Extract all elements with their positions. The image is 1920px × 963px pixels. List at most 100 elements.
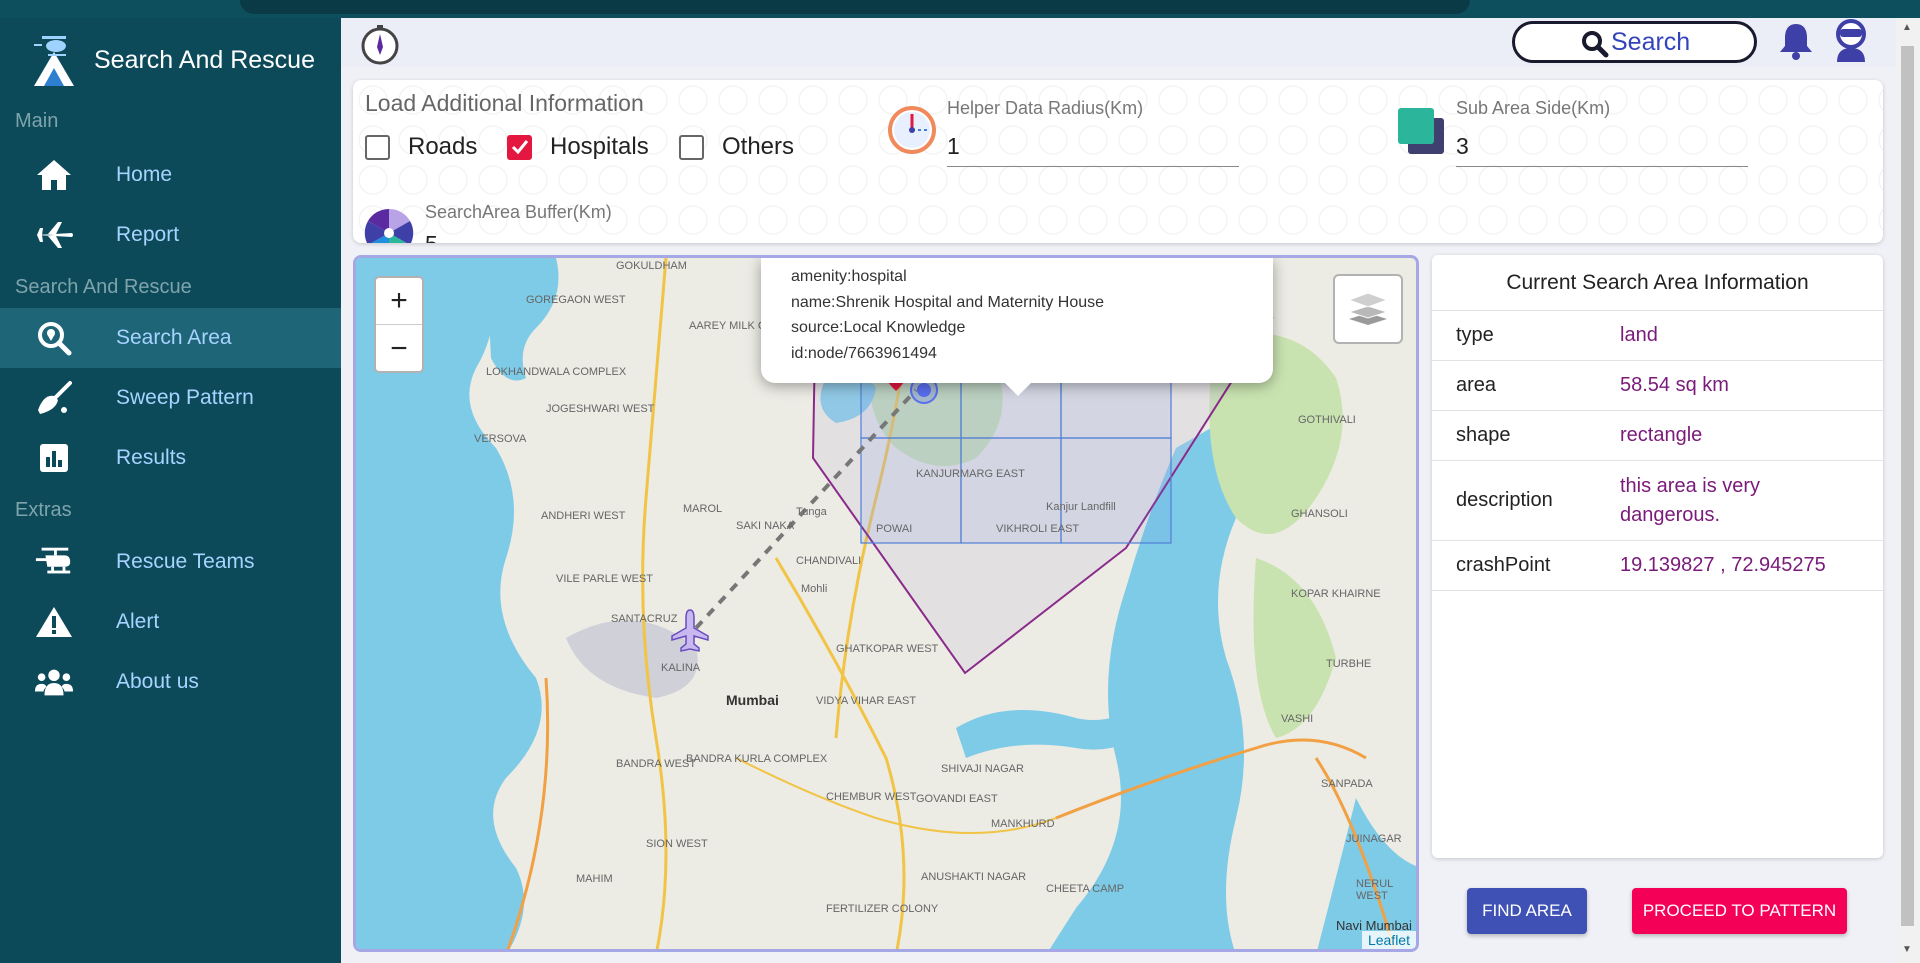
zoom-control: + − bbox=[374, 276, 424, 373]
popup-source: source:Local Knowledge bbox=[791, 319, 966, 336]
checkbox-label: Others bbox=[722, 133, 795, 160]
table-row: shape rectangle bbox=[1432, 411, 1883, 461]
others-checkbox[interactable]: Others bbox=[679, 133, 794, 161]
row-value: 19.139827 , 72.945275 bbox=[1620, 554, 1826, 576]
scroll-down-icon[interactable]: ▼ bbox=[1902, 944, 1912, 955]
map-label: JUINAGAR bbox=[1346, 833, 1402, 845]
popup-id: id:node/7663961494 bbox=[791, 344, 937, 362]
map-label: TURBHE bbox=[1326, 658, 1372, 670]
layers-button[interactable] bbox=[1333, 274, 1403, 344]
scroll-up-icon[interactable]: ▲ bbox=[1902, 22, 1912, 33]
table-row: area 58.54 sq km bbox=[1432, 361, 1883, 411]
avatar-icon[interactable] bbox=[1831, 18, 1871, 64]
additional-info-panel: Load Additional Information Roads Hospit… bbox=[353, 80, 1883, 243]
leaflet-attribution-link[interactable]: Leaflet bbox=[1361, 931, 1416, 949]
users-icon bbox=[34, 662, 74, 702]
sidebar-item-label: Results bbox=[116, 446, 187, 469]
search-buffer-field[interactable]: SearchArea Buffer(Km) 5 bbox=[425, 202, 717, 243]
roads-checkbox[interactable]: Roads bbox=[365, 133, 477, 161]
card-title: Current Search Area Information bbox=[1432, 255, 1883, 311]
home-icon bbox=[34, 155, 74, 195]
sidebar-item-search-area[interactable]: Search Area bbox=[0, 308, 341, 368]
sidebar-item-sweep-pattern[interactable]: Sweep Pattern bbox=[0, 368, 341, 428]
map-label: KANJURMARG EAST bbox=[916, 468, 1025, 480]
sidebar-item-about-us[interactable]: About us bbox=[0, 652, 341, 712]
search-buffer-input[interactable]: 5 bbox=[425, 231, 717, 243]
airplane-icon bbox=[34, 215, 74, 255]
helper-radius-input[interactable]: 1 bbox=[947, 133, 1239, 167]
brand[interactable]: Search And Rescue bbox=[30, 32, 315, 88]
sidebar-item-label: Report bbox=[116, 223, 180, 246]
map-label: MAROL bbox=[683, 503, 723, 515]
compass-icon[interactable] bbox=[359, 23, 401, 65]
checkmark-icon bbox=[511, 140, 528, 155]
bell-icon[interactable] bbox=[1777, 20, 1815, 62]
checkbox-box[interactable] bbox=[507, 134, 532, 160]
zoom-out-button[interactable]: − bbox=[376, 325, 422, 372]
page-scrollbar[interactable]: ▲ ▼ bbox=[1896, 18, 1920, 963]
table-row: description this area is very dangerous. bbox=[1432, 461, 1883, 541]
row-value: 58.54 sq km bbox=[1620, 374, 1729, 396]
map-view[interactable]: GOKULDHAM GOREGAON WEST AAREY MILK COLON… bbox=[353, 255, 1419, 952]
sidebar-item-alert[interactable]: Alert bbox=[0, 592, 341, 652]
sidebar-item-rescue-teams[interactable]: Rescue Teams bbox=[0, 532, 341, 592]
search-icon bbox=[1582, 31, 1609, 58]
row-key: description bbox=[1456, 489, 1553, 511]
map-label: FERTILIZER COLONY bbox=[826, 903, 939, 915]
sidebar-item-label: Alert bbox=[116, 610, 160, 633]
hospitals-checkbox[interactable]: Hospitals bbox=[507, 133, 649, 161]
app-title: Search And Rescue bbox=[94, 45, 315, 74]
map-label: MAHIM bbox=[576, 873, 613, 885]
layers-icon bbox=[1347, 292, 1389, 325]
map-label: SANTACRUZ bbox=[611, 613, 678, 625]
map-label: POWAI bbox=[876, 523, 913, 535]
sub-area-side-input[interactable]: 3 bbox=[1456, 133, 1748, 167]
helper-radius-field[interactable]: Helper Data Radius(Km) 1 bbox=[947, 98, 1239, 167]
map-label: BANDRA KURLA COMPLEX bbox=[686, 753, 828, 765]
sidebar-item-label: Home bbox=[116, 163, 173, 186]
map-label: GOKULDHAM bbox=[616, 260, 687, 272]
checkbox-label: Hospitals bbox=[550, 133, 649, 160]
row-key: area bbox=[1456, 374, 1497, 396]
sub-area-side-field[interactable]: Sub Area Side(Km) 3 bbox=[1456, 98, 1748, 167]
proceed-to-pattern-button[interactable]: PROCEED TO PATTERN bbox=[1632, 888, 1847, 934]
map-label: GHATKOPAR WEST bbox=[836, 643, 939, 655]
sidebar-item-results[interactable]: Results bbox=[0, 428, 341, 488]
map-label: KALINA bbox=[661, 662, 701, 674]
buffer-icon bbox=[364, 208, 414, 243]
section-main: Main bbox=[15, 110, 59, 132]
map-label: CHEETA CAMP bbox=[1046, 883, 1125, 895]
sidebar: Search And Rescue Main Home Report Searc… bbox=[0, 18, 341, 963]
map-label: VERSOVA bbox=[474, 433, 527, 445]
checkbox-box[interactable] bbox=[365, 134, 390, 160]
map-label: GHANSOLI bbox=[1291, 508, 1348, 520]
map-label: SION WEST bbox=[646, 838, 708, 850]
map-label: NERUL WEST bbox=[1356, 878, 1393, 902]
find-area-button[interactable]: FIND AREA bbox=[1467, 888, 1587, 934]
hospital-popup: amenity:hospital name:Shrenik Hospital a… bbox=[761, 258, 1273, 396]
map-label: SANPADA bbox=[1321, 778, 1373, 790]
popup-amenity: amenity:hospital bbox=[791, 268, 907, 285]
map-label: VILE PARLE WEST bbox=[556, 573, 653, 585]
map-label: SHIVAJI NAGAR bbox=[941, 763, 1024, 775]
search-box[interactable]: Search bbox=[1512, 21, 1757, 63]
sidebar-item-label: Sweep Pattern bbox=[116, 386, 254, 409]
row-key: shape bbox=[1456, 424, 1511, 446]
map-label: VIDYA VIHAR EAST bbox=[816, 695, 917, 707]
zoom-in-button[interactable]: + bbox=[376, 278, 422, 325]
checkbox-box[interactable] bbox=[679, 134, 704, 160]
row-key: type bbox=[1456, 324, 1494, 346]
sidebar-item-report[interactable]: Report bbox=[0, 205, 341, 265]
helicopter-icon bbox=[34, 542, 74, 582]
popup-tip bbox=[1004, 382, 1032, 396]
popup-name: name:Shrenik Hospital and Maternity Hous… bbox=[791, 293, 1105, 311]
scrollbar-thumb[interactable] bbox=[1901, 46, 1914, 926]
browser-tab-strip bbox=[240, 0, 1470, 14]
map-label: Mumbai bbox=[726, 692, 779, 708]
map-label: BANDRA WEST bbox=[616, 758, 697, 770]
search-label: Search bbox=[1611, 27, 1691, 56]
sidebar-item-home[interactable]: Home bbox=[0, 145, 341, 205]
map-label: GOVANDI EAST bbox=[916, 793, 998, 805]
field-label: Sub Area Side(Km) bbox=[1456, 98, 1611, 118]
map-label: ANUSHAKTI NAGAR bbox=[921, 871, 1027, 883]
